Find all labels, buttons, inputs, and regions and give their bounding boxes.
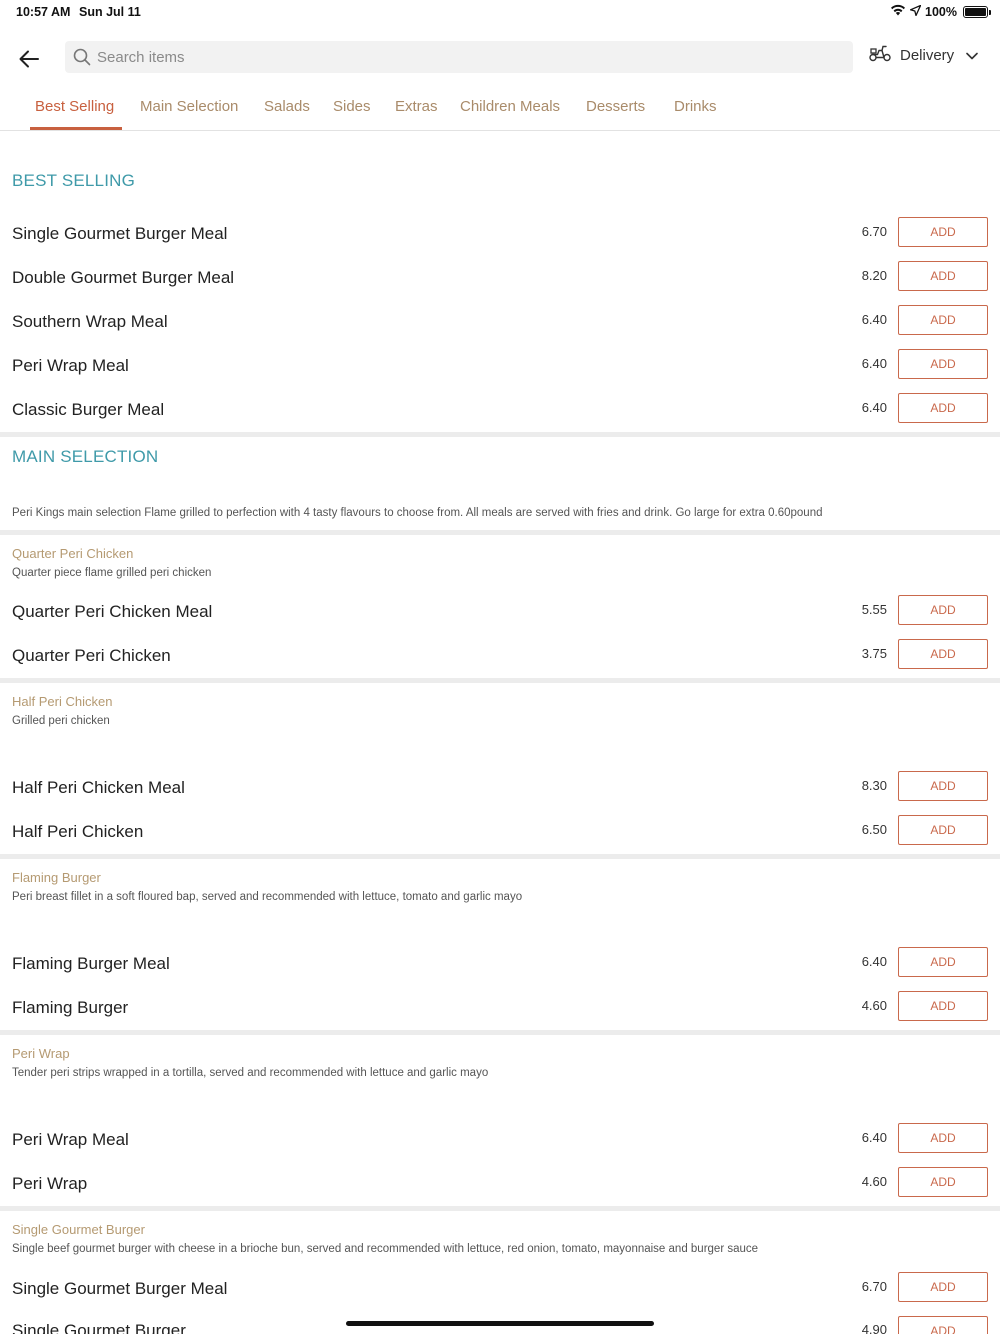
item-price: 6.70: [861, 1279, 887, 1294]
item-price: 6.50: [861, 822, 887, 837]
add-button[interactable]: ADD: [898, 815, 988, 845]
group-divider: [0, 1030, 1000, 1035]
item-price: 6.40: [861, 356, 887, 371]
chevron-down-icon: [966, 47, 978, 64]
item-name: Half Peri Chicken Meal: [12, 778, 185, 797]
add-button[interactable]: ADD: [898, 947, 988, 977]
section-title-best-selling: BEST SELLING: [12, 171, 136, 190]
item-name: Southern Wrap Meal: [12, 312, 168, 331]
status-date: Sun Jul 11: [79, 5, 141, 19]
item-price: 4.60: [861, 1174, 887, 1189]
item-price: 5.55: [861, 602, 887, 617]
location-arrow-icon: [909, 4, 922, 19]
item-price: 6.40: [861, 954, 887, 969]
item-price: 8.20: [861, 268, 887, 283]
search-bar[interactable]: [65, 41, 853, 73]
delivery-selector[interactable]: Delivery: [868, 44, 978, 66]
item-name: Quarter Peri Chicken Meal: [12, 602, 213, 621]
group-description: Quarter piece flame grilled peri chicken: [12, 567, 212, 579]
home-indicator: [346, 1321, 654, 1326]
search-input[interactable]: [97, 48, 797, 66]
battery-icon: [963, 5, 991, 18]
active-tab-indicator: [30, 127, 122, 130]
item-price: 6.40: [861, 312, 887, 327]
status-indicators: 100%: [890, 4, 991, 19]
group-title: Half Peri Chicken: [12, 694, 113, 709]
add-button[interactable]: ADD: [898, 1272, 988, 1302]
item-price: 6.70: [861, 224, 887, 239]
battery-percent: 100%: [925, 4, 957, 19]
status-bar: 10:57 AM Sun Jul 11 100%: [0, 0, 1000, 24]
add-button[interactable]: ADD: [898, 393, 988, 423]
item-name: Flaming Burger Meal: [12, 954, 170, 973]
group-title: Single Gourmet Burger: [12, 1222, 145, 1237]
item-name: Single Gourmet Burger: [12, 1321, 186, 1334]
scooter-icon: [868, 44, 892, 66]
item-name: Classic Burger Meal: [12, 400, 165, 419]
item-name: Half Peri Chicken: [12, 822, 144, 841]
top-bar: Delivery: [0, 38, 1000, 78]
item-name: Single Gourmet Burger Meal: [12, 1279, 228, 1298]
group-title: Quarter Peri Chicken: [12, 546, 134, 561]
back-arrow-icon: [19, 50, 39, 68]
group-description: Single beef gourmet burger with cheese i…: [12, 1243, 759, 1255]
add-button[interactable]: ADD: [898, 771, 988, 801]
item-name: Peri Wrap Meal: [12, 356, 129, 375]
add-button[interactable]: ADD: [898, 261, 988, 291]
item-name: Peri Wrap: [12, 1174, 88, 1193]
add-button[interactable]: ADD: [898, 305, 988, 335]
group-description: Tender peri strips wrapped in a tortilla…: [12, 1067, 489, 1079]
group-title: Peri Wrap: [12, 1046, 70, 1061]
item-price: 6.40: [861, 400, 887, 415]
tab-desserts[interactable]: Desserts: [586, 98, 645, 115]
item-price: 6.40: [861, 1130, 887, 1145]
group-divider: [0, 530, 1000, 535]
group-divider: [0, 1206, 1000, 1211]
status-time: 10:57 AM: [16, 5, 71, 19]
tab-extras[interactable]: Extras: [395, 98, 438, 115]
section-description: Peri Kings main selection Flame grilled …: [12, 507, 823, 519]
add-button[interactable]: ADD: [898, 1167, 988, 1197]
add-button[interactable]: ADD: [898, 1123, 988, 1153]
add-button[interactable]: ADD: [898, 595, 988, 625]
add-button[interactable]: ADD: [898, 349, 988, 379]
group-divider: [0, 854, 1000, 859]
section-divider: [0, 432, 1000, 437]
item-name: Single Gourmet Burger Meal: [12, 224, 228, 243]
add-button[interactable]: ADD: [898, 217, 988, 247]
tab-salads[interactable]: Salads: [264, 98, 310, 115]
item-name: Peri Wrap Meal: [12, 1130, 129, 1149]
item-price: 3.75: [861, 646, 887, 661]
search-icon: [73, 48, 91, 66]
item-name: Flaming Burger: [12, 998, 129, 1017]
item-price: 4.60: [861, 998, 887, 1013]
tab-sides[interactable]: Sides: [333, 98, 371, 115]
back-button[interactable]: [14, 44, 44, 74]
add-button[interactable]: ADD: [898, 639, 988, 669]
tab-children-meals[interactable]: Children Meals: [460, 98, 560, 115]
tab-main-selection[interactable]: Main Selection: [140, 98, 238, 115]
item-price: 4.90: [861, 1322, 887, 1334]
item-name: Double Gourmet Burger Meal: [12, 268, 235, 287]
section-title-main-selection: MAIN SELECTION: [12, 447, 159, 466]
group-description: Peri breast fillet in a soft floured bap…: [12, 891, 523, 903]
group-description: Grilled peri chicken: [12, 715, 110, 727]
item-price: 8.30: [861, 778, 887, 793]
add-button[interactable]: ADD: [898, 991, 988, 1021]
delivery-label: Delivery: [900, 46, 955, 64]
group-title: Flaming Burger: [12, 870, 101, 885]
wifi-icon: [890, 4, 906, 19]
category-tabs: Best Selling Main Selection Salads Sides…: [0, 96, 1000, 131]
group-divider: [0, 678, 1000, 683]
item-name: Quarter Peri Chicken: [12, 646, 171, 665]
tab-drinks[interactable]: Drinks: [674, 98, 717, 115]
add-button[interactable]: ADD: [898, 1316, 988, 1334]
tab-best-selling[interactable]: Best Selling: [35, 98, 114, 115]
